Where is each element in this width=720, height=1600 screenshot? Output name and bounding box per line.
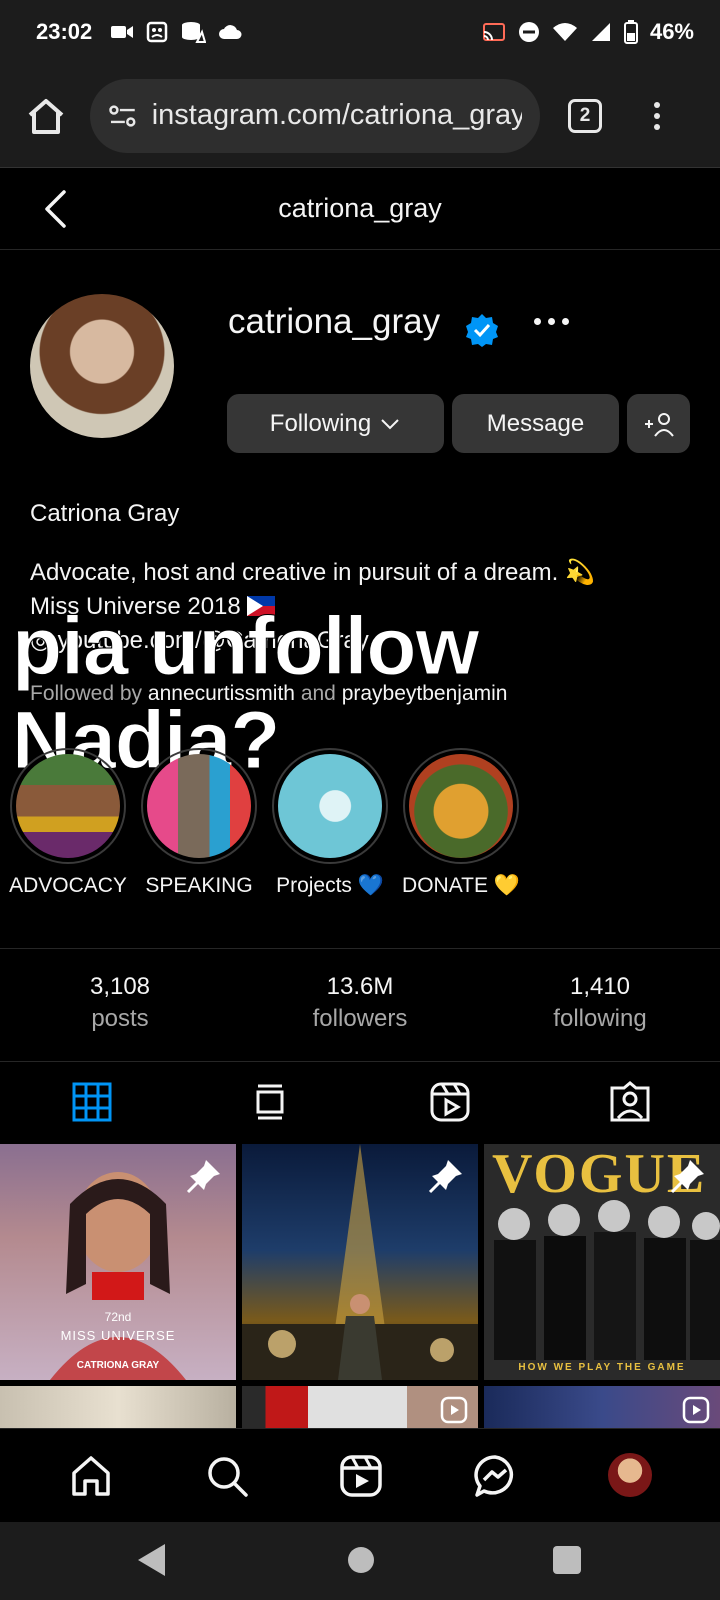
browser-toolbar: instagram.com/catriona_gray 2 <box>0 64 720 168</box>
followed-by-user[interactable]: annecurtissmith <box>148 682 295 705</box>
pin-icon <box>428 1160 462 1194</box>
reels-tab-icon[interactable] <box>428 1080 472 1124</box>
battery-icon <box>623 20 638 44</box>
bottom-navigation <box>0 1428 720 1522</box>
highlight-cover <box>16 754 120 858</box>
post-text: CATRIONA GRAY <box>76 1360 160 1371</box>
back-arrow-icon[interactable] <box>36 186 76 232</box>
grid-post[interactable] <box>242 1386 478 1428</box>
post-text: MISS UNIVERSE <box>60 1328 176 1343</box>
followed-by-prefix: Followed by <box>30 682 143 705</box>
cell-signal-icon <box>591 23 610 41</box>
status-right-icons: 46% <box>482 19 694 45</box>
profile-avatar-nav[interactable] <box>608 1453 652 1497</box>
pin-icon <box>186 1160 220 1194</box>
do-not-disturb-icon <box>518 22 539 42</box>
status-left-icons <box>110 20 242 44</box>
highlight-speaking[interactable]: SPEAKING <box>141 748 257 897</box>
more-options-icon[interactable] <box>534 318 569 325</box>
chevron-down-icon <box>381 418 399 429</box>
system-back-icon[interactable] <box>138 1544 165 1576</box>
cloud-icon <box>219 25 242 39</box>
followed-by[interactable]: Followed by annecurtissmith and praybeyt… <box>30 682 507 706</box>
grid-tab-icon[interactable] <box>70 1080 114 1124</box>
posts-stat: 3,108 posts <box>20 973 220 1033</box>
message-label: Message <box>486 409 585 437</box>
video-camera-icon <box>111 26 134 38</box>
verified-badge-icon <box>466 314 498 347</box>
followed-by-and: and <box>300 682 336 705</box>
highlight-ring <box>272 748 388 864</box>
content-tabs <box>0 1062 720 1144</box>
messenger-icon[interactable] <box>472 1453 518 1499</box>
post-text: HOW WE PLAY THE GAME <box>518 1362 686 1373</box>
post-text: 72nd <box>104 1310 132 1324</box>
tagged-tab-icon[interactable] <box>608 1080 652 1124</box>
highlight-advocacy[interactable]: ADVOCACY <box>9 748 127 897</box>
system-navigation <box>0 1522 720 1600</box>
home-icon[interactable] <box>68 1453 114 1499</box>
url-bar[interactable]: instagram.com/catriona_gray <box>90 78 540 153</box>
followed-by-user[interactable]: praybeytbenjamin <box>342 682 508 705</box>
add-person-icon <box>644 412 674 437</box>
profile-avatar[interactable] <box>30 294 174 438</box>
reels-icon[interactable] <box>338 1453 384 1499</box>
grid-post[interactable] <box>242 1144 478 1380</box>
search-icon[interactable] <box>204 1453 250 1499</box>
following-label: Following <box>269 409 372 437</box>
highlight-ring <box>141 748 257 864</box>
header-username: catriona_gray <box>278 193 442 223</box>
gallery-icon <box>147 21 168 43</box>
system-recents-icon[interactable] <box>553 1546 581 1574</box>
tab-switcher-button[interactable]: 2 <box>568 98 602 133</box>
followers-count: 13.6M <box>326 973 394 1000</box>
grid-post[interactable]: 72nd MISS UNIVERSE CATRIONA GRAY <box>0 1144 236 1380</box>
grid-post[interactable]: VOGUE HOW WE PLAY THE GAME <box>484 1144 720 1380</box>
battery-percent: 46% <box>649 19 694 44</box>
highlight-donate[interactable]: DONATE 💛 <box>402 748 520 897</box>
status-bar: 23:02 46% <box>0 0 720 64</box>
highlight-cover <box>409 754 513 858</box>
following-stat[interactable]: 1,410 following <box>500 973 700 1033</box>
posts-label: posts <box>91 1005 149 1032</box>
following-button[interactable]: Following <box>227 394 444 453</box>
highlight-ring <box>403 748 519 864</box>
cast-icon <box>482 23 505 41</box>
browser-menu-icon[interactable] <box>654 101 660 130</box>
following-stat-label: following <box>553 1005 647 1032</box>
reel-icon <box>440 1396 468 1424</box>
profile-full-name: Catriona Gray <box>30 500 180 527</box>
pin-icon <box>670 1160 704 1194</box>
highlight-label: DONATE 💛 <box>402 874 520 897</box>
feed-tab-icon[interactable] <box>248 1080 292 1124</box>
profile-username: catriona_gray <box>228 302 441 341</box>
reel-icon <box>682 1396 710 1424</box>
grid-post[interactable] <box>484 1386 720 1428</box>
posts-count: 3,108 <box>89 973 151 1000</box>
grid-post[interactable] <box>0 1386 236 1428</box>
browser-home-icon[interactable] <box>18 88 74 144</box>
wifi-icon <box>552 23 577 41</box>
followers-label: followers <box>312 1005 408 1032</box>
system-home-icon[interactable] <box>348 1547 374 1573</box>
status-time: 23:02 <box>36 19 93 44</box>
data-saver-icon <box>182 22 207 43</box>
profile-stats: 3,108 posts 13.6M followers 1,410 follow… <box>0 948 720 1062</box>
profile-header: catriona_gray <box>0 168 720 250</box>
followers-stat[interactable]: 13.6M followers <box>260 973 460 1033</box>
bio-line: Advocate, host and creative in pursuit o… <box>30 559 595 586</box>
site-settings-icon[interactable] <box>108 103 138 129</box>
suggested-people-button[interactable] <box>627 394 690 453</box>
highlight-cover <box>278 754 382 858</box>
highlight-projects[interactable]: Projects 💙 <box>272 748 388 897</box>
highlight-ring <box>10 748 126 864</box>
highlight-cover <box>147 754 251 858</box>
url-text[interactable]: instagram.com/catriona_gray <box>152 99 522 132</box>
following-count: 1,410 <box>569 973 631 1000</box>
message-button[interactable]: Message <box>452 394 619 453</box>
